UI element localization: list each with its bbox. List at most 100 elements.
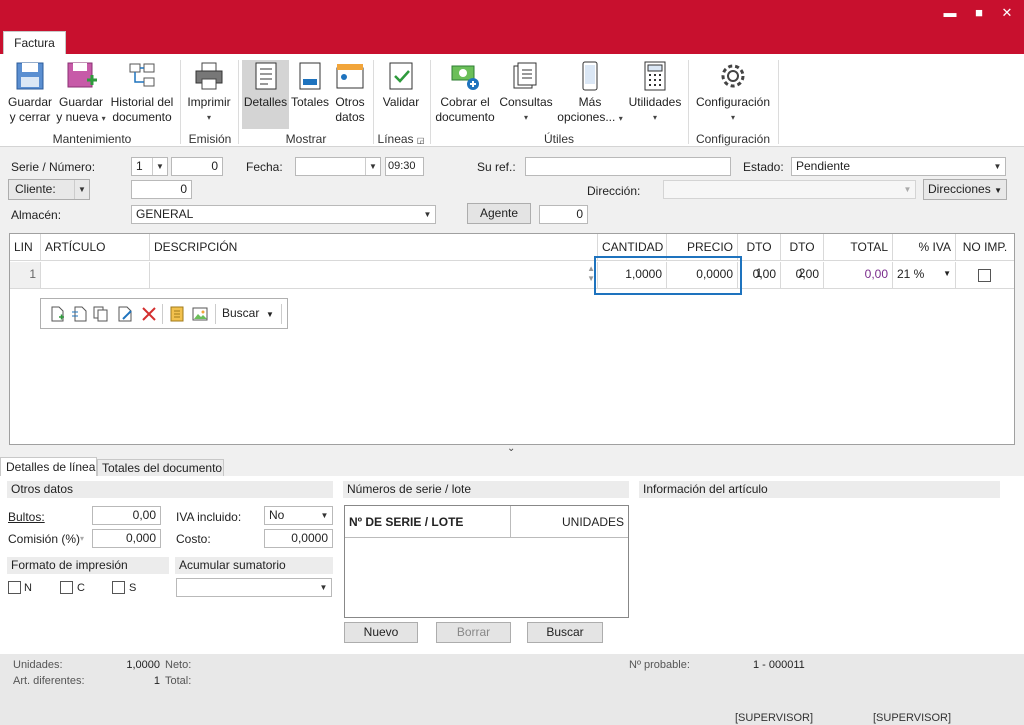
column-header-total[interactable]: TOTAL [824, 234, 893, 261]
configuracion-label: Configuración [695, 95, 771, 109]
nuevo-button[interactable]: Nuevo [344, 622, 418, 643]
column-header-lin[interactable]: LIN [10, 234, 41, 261]
row-dto2-cell[interactable]: 0,00 [781, 262, 824, 289]
ribbon-separator [430, 60, 431, 144]
agente-input[interactable]: 0 [539, 205, 588, 224]
group-configuracion: Configuración [695, 132, 771, 146]
column-header-noimp[interactable]: NO IMP. [956, 234, 1014, 261]
column-header-articulo[interactable]: ARTÍCULO [41, 234, 150, 261]
serie-select[interactable]: 1 ▼ [131, 157, 168, 176]
comision-spinner-icon[interactable]: ▾ [80, 534, 84, 543]
noimp-checkbox[interactable] [978, 269, 991, 282]
ribbon-separator [688, 60, 689, 144]
image-icon[interactable] [192, 306, 208, 322]
maximize-icon[interactable]: ■ [966, 4, 992, 22]
iva-incluido-select[interactable]: No ▼ [264, 506, 333, 525]
money-icon [451, 65, 479, 90]
status-user-2: [SUPERVISOR] [873, 712, 952, 724]
column-header-dto1[interactable]: DTO 1 [738, 234, 781, 280]
column-header-dto2[interactable]: DTO 2 [781, 234, 824, 280]
delete-icon[interactable] [141, 306, 157, 322]
other-data-label-1: Otros [335, 95, 365, 109]
row-descripcion-cell[interactable]: ▲ ▼ [150, 262, 598, 289]
direccion-select[interactable]: ▼ [663, 180, 916, 199]
formato-s-checkbox[interactable] [112, 581, 125, 594]
column-header-iva[interactable]: % IVA [893, 234, 956, 261]
art-diferentes-label: Art. diferentes: [13, 675, 85, 687]
direcciones-button[interactable]: Direcciones ▼ [923, 179, 1007, 200]
history-button[interactable]: Historial del documento [108, 60, 176, 125]
utilidades-dropdown-icon: ▾ [652, 113, 657, 122]
series-col-unidades[interactable]: UNIDADES [511, 506, 628, 538]
insert-line-icon[interactable] [71, 306, 87, 322]
suref-input[interactable] [525, 157, 731, 176]
suref-label: Su ref.: [477, 160, 516, 174]
bultos-input[interactable]: 0,00 [92, 506, 161, 525]
numero-input[interactable]: 0 [171, 157, 223, 176]
hora-input[interactable]: 09:30 [385, 157, 424, 176]
borrar-button[interactable]: Borrar [436, 622, 511, 643]
more-options-label-2: opciones... ▾ [557, 110, 623, 124]
tab-detalles-linea[interactable]: Detalles de línea [0, 457, 97, 477]
configuracion-button[interactable]: Configuración ▾ [692, 60, 774, 125]
print-button[interactable]: Imprimir ▾ [186, 60, 232, 125]
acumular-select[interactable]: ▼ [176, 578, 332, 597]
consultas-button[interactable]: Consultas ▾ [498, 60, 554, 125]
row-dto1-cell[interactable]: 0,00 [738, 262, 781, 289]
cliente-select-button[interactable]: Cliente: ▼ [8, 179, 90, 200]
notes-icon[interactable] [169, 306, 185, 322]
art-diferentes-value: 1 [153, 675, 160, 687]
row-lin-cell: 1 [10, 262, 41, 289]
formato-n-checkbox[interactable] [8, 581, 21, 594]
chevron-down-icon: ▼ [320, 511, 329, 520]
fecha-input[interactable]: ▼ [295, 157, 381, 176]
formato-s-label: S [129, 582, 137, 594]
minimize-icon[interactable]: ▬ [937, 4, 963, 22]
unidades-label: Unidades: [13, 659, 63, 671]
print-dropdown-icon: ▾ [206, 113, 211, 122]
save-new-label-1: Guardar [58, 95, 104, 109]
details-button[interactable]: Detalles [242, 60, 289, 110]
tab-factura[interactable]: Factura [3, 31, 66, 55]
series-buscar-button[interactable]: Buscar [527, 622, 603, 643]
save-new-button[interactable]: Guardar y nueva ▾ [56, 60, 106, 126]
costo-label: Costo: [176, 532, 211, 546]
almacen-select[interactable]: GENERAL ▼ [131, 205, 436, 224]
validate-button[interactable]: Validar [378, 60, 424, 110]
cobrar-button[interactable]: Cobrar el documento [434, 60, 496, 125]
save-close-label-2: y cerrar [9, 110, 51, 124]
totals-button[interactable]: Totales [290, 60, 330, 110]
estado-select[interactable]: Pendiente ▼ [791, 157, 1006, 176]
edit-icon[interactable] [117, 306, 133, 322]
buscar-dropdown[interactable]: Buscar ▼ [222, 306, 274, 320]
other-data-icon [336, 64, 364, 89]
agente-button[interactable]: Agente [467, 203, 531, 224]
column-header-descripcion[interactable]: DESCRIPCIÓN [150, 234, 598, 261]
chevron-down-icon: ▼ [319, 583, 328, 592]
close-icon[interactable]: ✕ [994, 4, 1020, 22]
row-articulo-cell[interactable] [41, 262, 150, 289]
row-noimp-cell [956, 262, 1014, 289]
utilidades-button[interactable]: Utilidades ▾ [626, 60, 684, 125]
other-data-button[interactable]: Otros datos [332, 60, 368, 125]
copy-icon[interactable] [93, 306, 109, 322]
group-utiles: Útiles [543, 132, 574, 146]
save-icon [16, 62, 44, 90]
row-iva-select[interactable]: 21 % ▼ [893, 262, 956, 289]
save-new-label-2: y nueva ▾ [56, 110, 106, 124]
print-label: Imprimir [187, 95, 231, 109]
save-close-button[interactable]: Guardar y cerrar [6, 60, 54, 125]
formato-c-checkbox[interactable] [60, 581, 73, 594]
comision-input[interactable]: 0,000 [92, 529, 161, 548]
comision-label: Comisión (%) [8, 532, 81, 546]
collapse-chevron-icon[interactable]: ⌄ [507, 443, 515, 454]
row-total-cell: 0,00 [824, 262, 893, 289]
more-options-button[interactable]: Más opciones... ▾ [556, 60, 624, 126]
new-line-icon[interactable] [49, 306, 65, 322]
totals-label: Totales [290, 95, 330, 109]
line-toolbar: Buscar ▼ [40, 298, 288, 329]
cliente-input[interactable]: 0 [131, 180, 192, 199]
tab-totales-documento[interactable]: Totales del documento [97, 459, 224, 477]
costo-input[interactable]: 0,0000 [264, 529, 333, 548]
series-col-serie[interactable]: Nº DE SERIE / LOTE [345, 506, 511, 538]
